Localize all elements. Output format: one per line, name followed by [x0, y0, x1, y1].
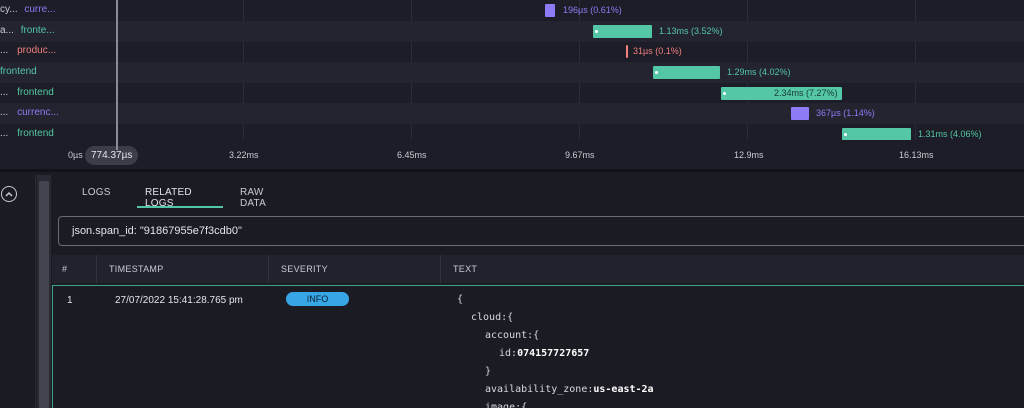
- column-header-severity[interactable]: SEVERITY: [281, 255, 328, 283]
- scrollbar-thumb[interactable]: [39, 181, 49, 408]
- row-timestamp: 27/07/2022 15:41:28.765 pm: [115, 295, 243, 306]
- span-row[interactable]: ... currenc... 367µs (1.14%): [0, 103, 1024, 124]
- axis-tick: 3.22ms: [229, 150, 259, 160]
- left-rail: [0, 175, 36, 408]
- logs-table-header: # TIMESTAMP SEVERITY TEXT: [52, 255, 1024, 283]
- span-duration-label: 2.34ms (7.27%): [774, 88, 838, 98]
- span-bar[interactable]: [593, 25, 652, 38]
- span-row[interactable]: cy... curre... 196µs (0.61%): [0, 0, 1024, 21]
- span-bar[interactable]: [653, 66, 720, 79]
- span-operation-label: cy...: [0, 4, 18, 15]
- axis-tick: 0µs: [68, 150, 83, 160]
- column-header-index[interactable]: #: [62, 255, 67, 283]
- column-header-timestamp[interactable]: TIMESTAMP: [109, 255, 164, 283]
- span-bar[interactable]: [626, 45, 628, 58]
- span-row[interactable]: ... frontend 2.34ms (7.27%): [0, 83, 1024, 104]
- column-header-text[interactable]: TEXT: [453, 255, 477, 283]
- span-service-label: fronte...: [20, 25, 55, 36]
- table-row[interactable]: 1 27/07/2022 15:41:28.765 pm INFO { clou…: [52, 285, 1024, 408]
- time-cursor-line[interactable]: [116, 0, 118, 150]
- span-duration-label: 31µs (0.1%): [633, 46, 682, 56]
- span-bar[interactable]: [791, 107, 809, 120]
- axis-tick: 12.9ms: [734, 150, 764, 160]
- span-row[interactable]: ... produc... 31µs (0.1%): [0, 41, 1024, 62]
- axis-tick: 9.67ms: [565, 150, 595, 160]
- span-operation-label: ...: [0, 107, 9, 118]
- span-duration-label: 367µs (1.14%): [816, 108, 875, 118]
- span-duration-label: 1.29ms (4.02%): [727, 67, 791, 77]
- time-axis: 0µs 774.37µs 3.22ms 6.45ms 9.67ms 12.9ms…: [0, 140, 1024, 172]
- span-service-label: frontend: [17, 87, 54, 98]
- chevron-up-icon: [5, 191, 13, 197]
- span-row[interactable]: a... fronte... 1.13ms (3.52%): [0, 21, 1024, 42]
- span-operation-label: ...: [0, 128, 9, 139]
- collapse-button[interactable]: [1, 186, 17, 202]
- span-operation-label: a...: [0, 25, 14, 36]
- span-details-panel: LOGS RELATED LOGS RAW DATA json.span_id:…: [0, 175, 1024, 408]
- span-service-label: currenc...: [17, 107, 59, 118]
- tab-raw-data[interactable]: RAW DATA: [240, 187, 266, 209]
- span-service-label: curre...: [24, 4, 56, 15]
- trace-waterfall: cy... curre... 196µs (0.61%) a... fronte…: [0, 0, 1024, 172]
- tab-logs[interactable]: LOGS: [82, 187, 111, 198]
- row-index: 1: [67, 295, 73, 306]
- span-operation-label: ...: [0, 87, 9, 98]
- span-row[interactable]: frontend 1.29ms (4.02%): [0, 62, 1024, 83]
- log-query-input[interactable]: json.span_id: "91867955e7f3cdb0": [58, 216, 1024, 246]
- span-service-label: produc...: [17, 45, 57, 56]
- span-service-label: frontend: [17, 128, 54, 139]
- span-duration-label: 196µs (0.61%): [563, 5, 622, 15]
- span-service-label: frontend: [0, 66, 37, 77]
- axis-tick: 6.45ms: [397, 150, 427, 160]
- active-tab-indicator: [137, 206, 223, 208]
- span-duration-label: 1.13ms (3.52%): [659, 26, 723, 36]
- time-cursor-readout[interactable]: 774.37µs: [85, 146, 139, 165]
- axis-tick: 16.13ms: [899, 150, 934, 160]
- span-bar[interactable]: [545, 4, 555, 17]
- severity-badge: INFO: [286, 292, 349, 306]
- span-operation-label: ...: [0, 45, 9, 56]
